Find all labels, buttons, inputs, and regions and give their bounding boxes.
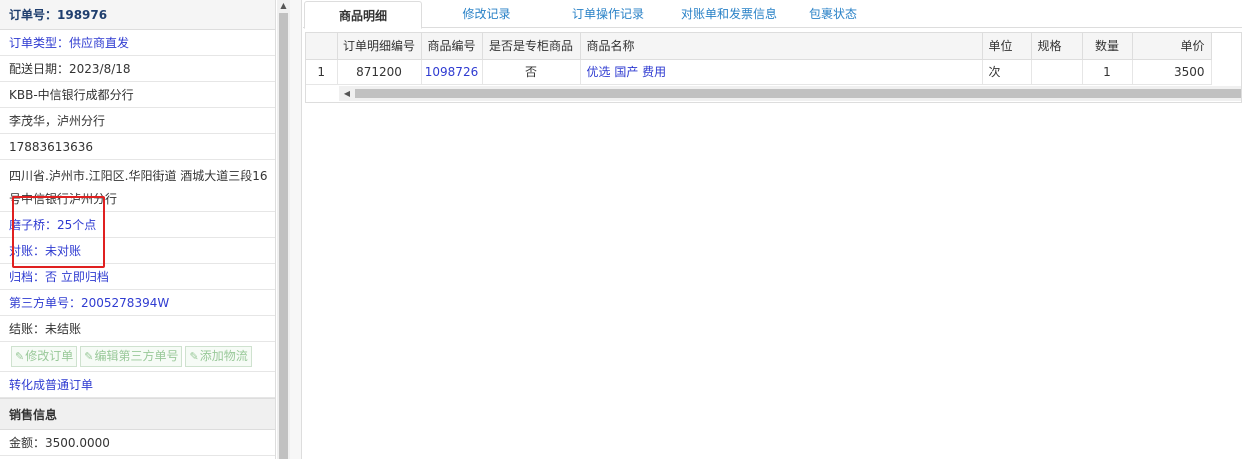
settlement-row: 结账：未结账 xyxy=(0,316,275,342)
phone-row: 17883613636 xyxy=(0,134,275,160)
convert-to-normal-order-link[interactable]: 转化成普通订单 xyxy=(0,372,275,398)
column-header-counter-product[interactable]: 是否是专柜商品 xyxy=(482,33,581,60)
column-header-unit[interactable]: 单位 xyxy=(982,33,1032,60)
left-panel-scrollbar[interactable]: ▲ xyxy=(277,0,290,459)
column-header-product-name[interactable]: 商品名称 xyxy=(580,33,983,60)
cell-quantity: 1 xyxy=(1082,59,1133,85)
tab-product-details[interactable]: 商品明细 xyxy=(304,1,422,29)
delivery-date-row: 配送日期：2023/8/18 xyxy=(0,56,275,82)
panel-splitter[interactable] xyxy=(290,0,302,459)
edit-third-party-number-button[interactable]: ✎ 编辑第三方单号 xyxy=(80,346,183,367)
sales-info-section-title: 销售信息 xyxy=(0,398,275,430)
customer-branch-row: KBB-中信银行成都分行 xyxy=(0,82,275,108)
column-header-quantity[interactable]: 数量 xyxy=(1082,33,1133,60)
order-type-row: 订单类型：供应商直发 xyxy=(0,30,275,56)
scrollbar-thumb[interactable] xyxy=(279,13,288,459)
modify-order-label: 修改订单 xyxy=(25,349,74,363)
order-info-panel: 订单号：198976 订单类型：供应商直发 配送日期：2023/8/18 KBB… xyxy=(0,0,276,459)
cell-unit-price: 3500 xyxy=(1132,59,1212,85)
cell-product-id-link[interactable]: 1098726 xyxy=(421,59,483,85)
address-line-2-row: 号中信银行泸州分行 xyxy=(0,186,275,212)
cell-unit: 次 xyxy=(982,59,1032,85)
column-header-unit-price[interactable]: 单价 xyxy=(1132,33,1212,60)
order-number-header: 订单号：198976 xyxy=(0,0,275,30)
cell-counter-product: 否 xyxy=(482,59,581,85)
cell-rownum: 1 xyxy=(306,59,338,85)
amount-row: 金额：3500.0000 xyxy=(0,430,275,456)
grid-horizontal-scrollbar[interactable]: ◀ xyxy=(339,86,1241,101)
third-party-number-row[interactable]: 第三方单号：2005278394W xyxy=(0,290,275,316)
product-detail-grid: 订单明细编号 商品编号 是否是专柜商品 商品名称 单位 规格 数量 单价 1 8… xyxy=(305,32,1242,103)
reconciliation-row[interactable]: 对账：未对账 xyxy=(0,238,275,264)
product-table: 订单明细编号 商品编号 是否是专柜商品 商品名称 单位 规格 数量 单价 1 8… xyxy=(306,33,1212,85)
table-row[interactable]: 1 871200 1098726 否 优选 国产 费用 次 1 3500 xyxy=(306,59,1212,85)
tab-statement-invoice[interactable]: 对账单和发票信息 xyxy=(665,0,793,28)
contact-name-row: 李茂华，泸州分行 xyxy=(0,108,275,134)
archive-row[interactable]: 归档：否 立即归档 xyxy=(0,264,275,290)
modify-order-button[interactable]: ✎ 修改订单 xyxy=(11,346,78,367)
add-logistics-button[interactable]: ✎ 添加物流 xyxy=(185,346,252,367)
address-line-1: 四川省.泸州市.江阳区.华阳街道 酒城大道三段16 xyxy=(9,169,268,183)
cell-detail-id: 871200 xyxy=(337,59,422,85)
tab-modification-log[interactable]: 修改记录 xyxy=(422,0,551,28)
horizontal-scrollbar-thumb[interactable] xyxy=(355,89,1241,98)
detail-panel: 商品明细 修改记录 订单操作记录 对账单和发票信息 包裹状态 订单明细编号 商品… xyxy=(303,0,1242,459)
column-header-rownum xyxy=(306,33,338,60)
tab-bar: 商品明细 修改记录 订单操作记录 对账单和发票信息 包裹状态 xyxy=(303,0,1242,29)
add-logistics-label: 添加物流 xyxy=(199,349,248,363)
tab-package-status[interactable]: 包裹状态 xyxy=(793,0,873,28)
scroll-left-arrow-icon[interactable]: ◀ xyxy=(341,86,353,101)
column-header-product-id[interactable]: 商品编号 xyxy=(421,33,483,60)
edit-icon: ✎ xyxy=(189,350,199,363)
cell-spec xyxy=(1031,59,1083,85)
mozi-bridge-row[interactable]: 磨子桥：25个点 xyxy=(0,212,275,238)
table-header-row: 订单明细编号 商品编号 是否是专柜商品 商品名称 单位 规格 数量 单价 xyxy=(306,33,1212,60)
scroll-up-arrow-icon[interactable]: ▲ xyxy=(277,0,290,12)
edit-icon: ✎ xyxy=(15,350,25,363)
cell-product-name-link[interactable]: 优选 国产 费用 xyxy=(580,59,983,85)
tab-order-operation-log[interactable]: 订单操作记录 xyxy=(551,0,665,28)
column-header-spec[interactable]: 规格 xyxy=(1031,33,1083,60)
column-header-detail-id[interactable]: 订单明细编号 xyxy=(337,33,422,60)
action-button-row: ✎ 修改订单 ✎ 编辑第三方单号 ✎ 添加物流 xyxy=(0,342,275,372)
address-line-2: 号中信银行泸州分行 xyxy=(9,192,118,206)
edit-icon: ✎ xyxy=(84,350,94,363)
edit-third-party-label: 编辑第三方单号 xyxy=(94,349,179,363)
